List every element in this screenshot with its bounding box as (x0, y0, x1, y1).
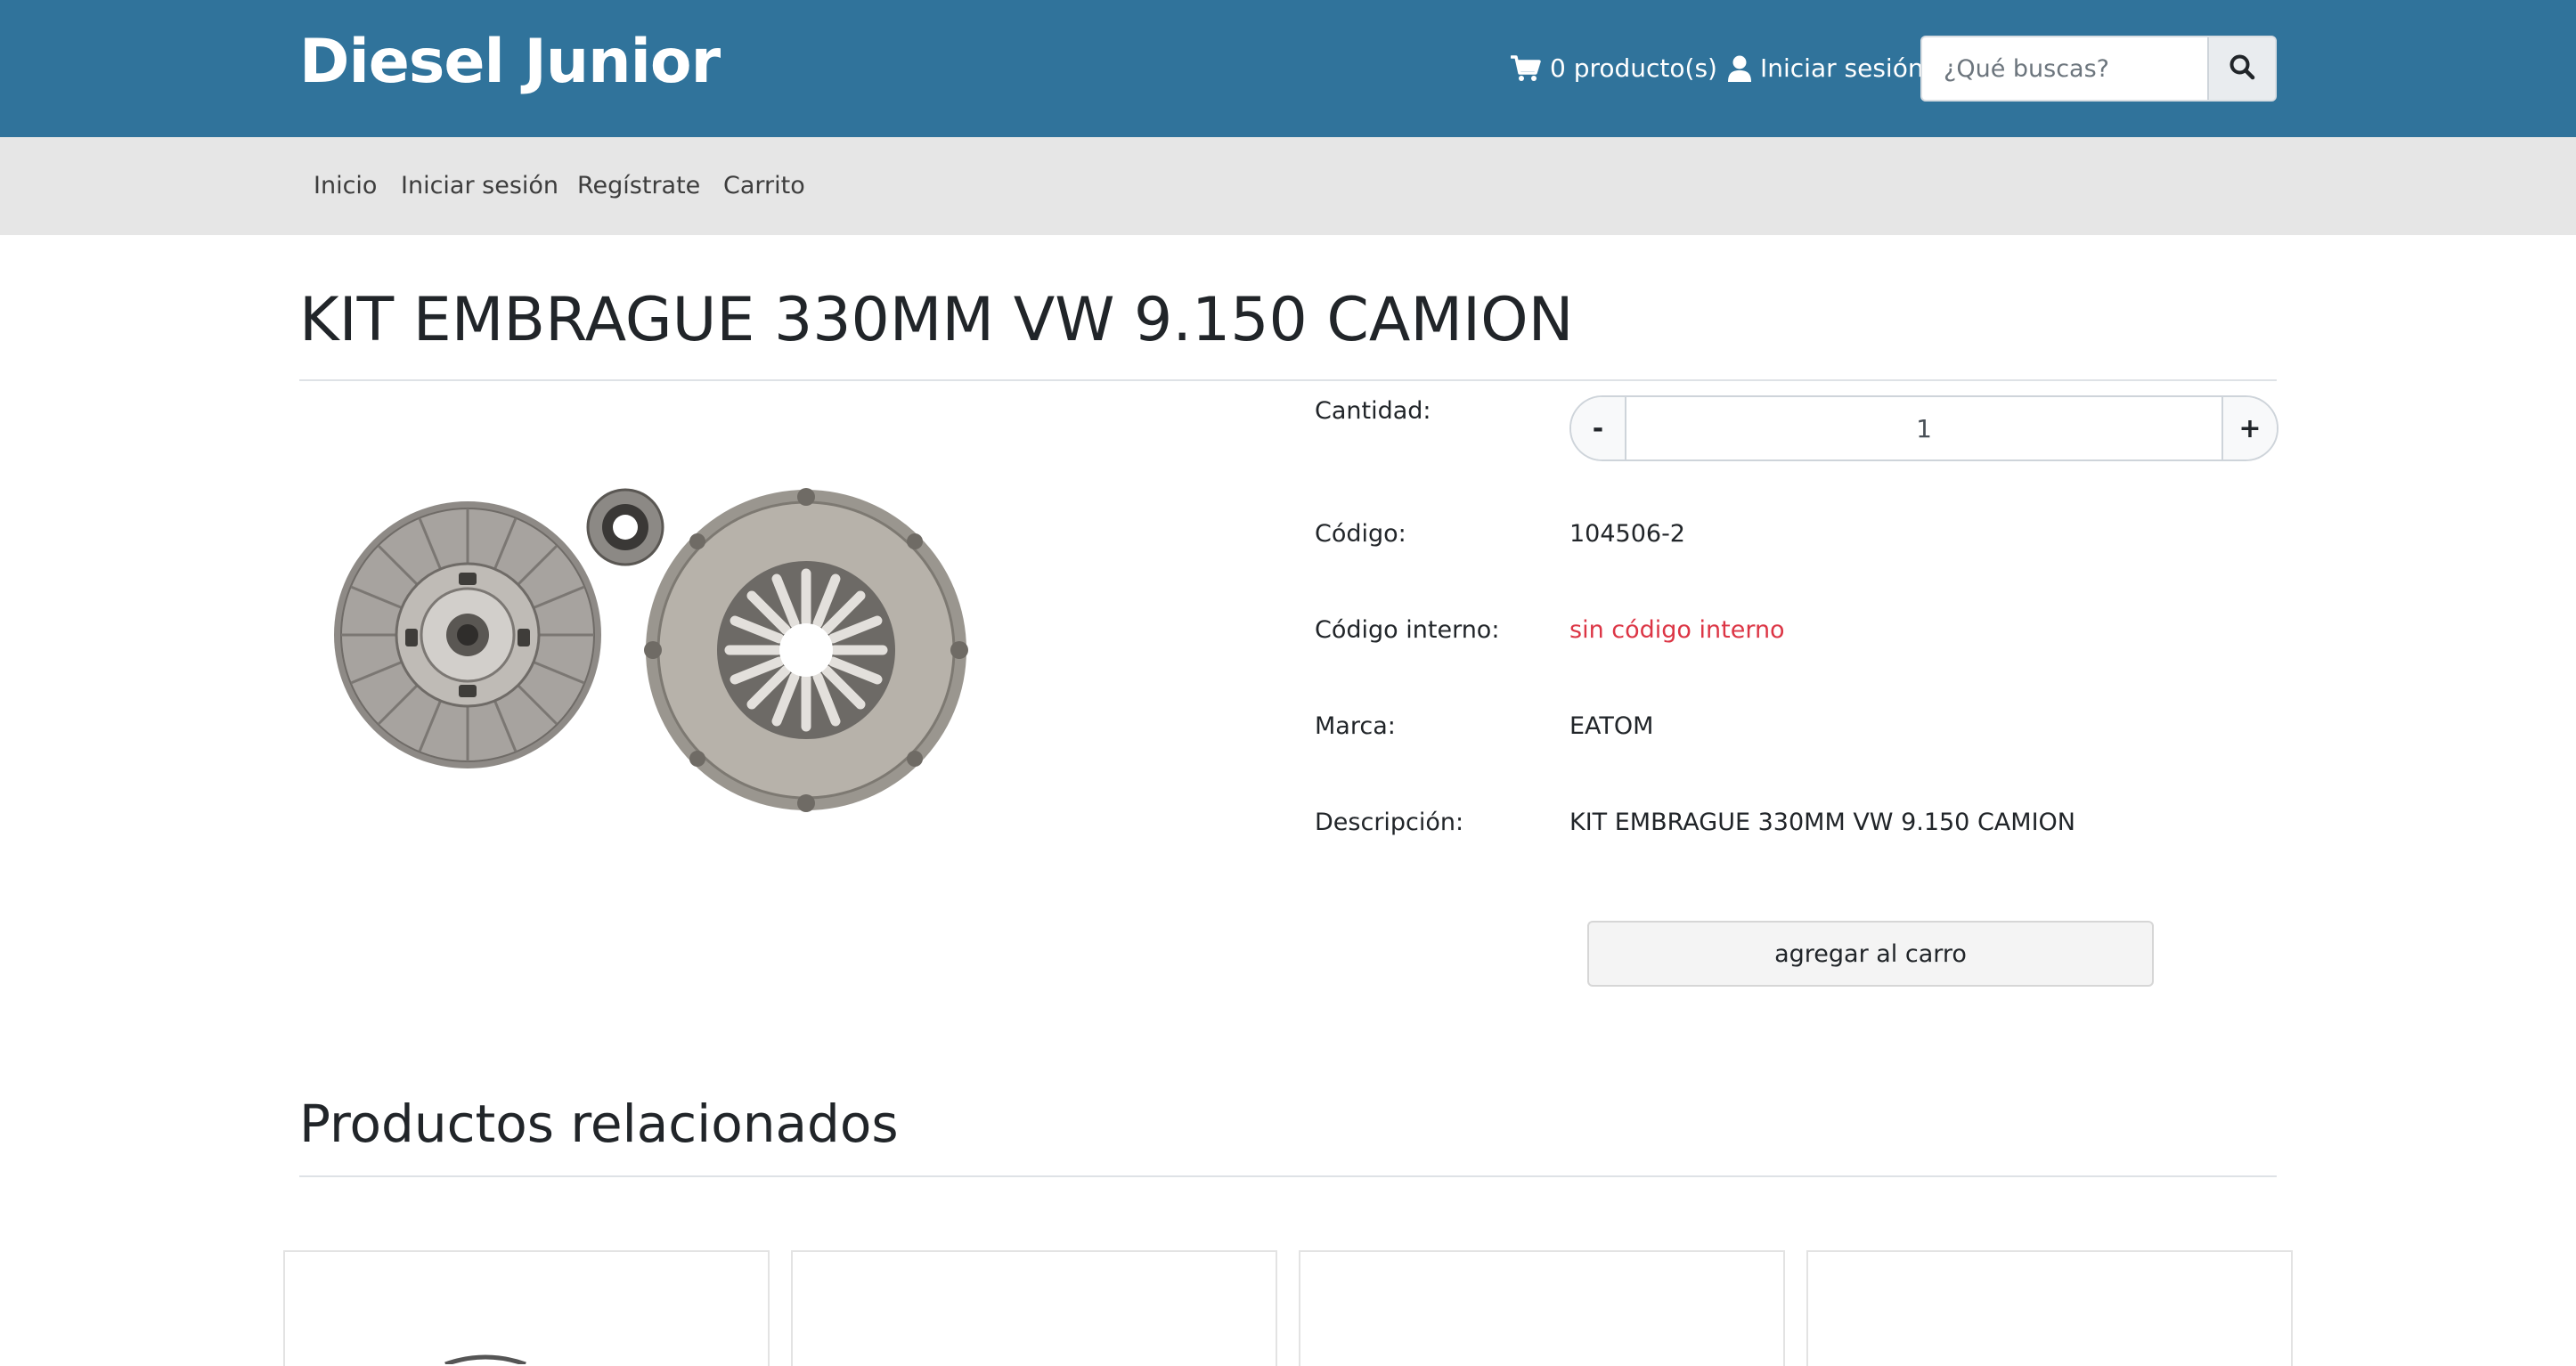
user-icon (1728, 55, 1751, 82)
quantity-decrease-button[interactable]: - (1571, 397, 1626, 459)
code-value: 104506-2 (1569, 520, 1685, 548)
header-login-link[interactable]: Iniciar sesión (1728, 48, 1924, 89)
quantity-stepper: - + (1569, 395, 2278, 461)
cart-icon (1511, 55, 1541, 82)
internal-code-label: Código interno: (1315, 616, 1500, 644)
search-input[interactable] (1922, 37, 2207, 100)
related-divider (299, 1175, 2277, 1177)
product-title: KIT EMBRAGUE 330MM VW 9.150 CAMION (299, 285, 1574, 355)
header-cart-link[interactable]: 0 producto(s) (1511, 48, 1717, 89)
brand-logo[interactable]: Diesel Junior (299, 20, 721, 105)
nav-item-carrito[interactable]: Carrito (723, 167, 805, 205)
login-label: Iniciar sesión (1760, 53, 1924, 83)
nav-item-inicio[interactable]: Inicio (314, 167, 377, 205)
search-icon (2229, 53, 2255, 84)
quantity-label: Cantidad: (1315, 397, 1431, 425)
product-image[interactable] (321, 481, 1015, 837)
related-product-card[interactable] (1299, 1250, 1785, 1366)
related-product-card[interactable] (1806, 1250, 2293, 1366)
main-nav: Inicio Iniciar sesión Regístrate Carrito (0, 137, 2576, 235)
release-bearing-graphic (586, 488, 664, 566)
quantity-input[interactable] (1626, 397, 2221, 459)
pressure-plate-graphic (644, 488, 968, 812)
related-product-image (444, 1354, 526, 1364)
search-form (1920, 36, 2277, 102)
site-header: Diesel Junior 0 producto(s) Iniciar sesi… (0, 0, 2576, 137)
nav-item-iniciar-sesion[interactable]: Iniciar sesión (401, 167, 558, 205)
search-button[interactable] (2207, 37, 2275, 100)
code-label: Código: (1315, 520, 1406, 548)
brand-label: Marca: (1315, 712, 1396, 740)
related-product-card[interactable] (791, 1250, 1277, 1366)
clutch-disc-graphic (334, 501, 601, 768)
internal-code-value: sin código interno (1569, 616, 1785, 644)
related-product-card[interactable] (283, 1250, 770, 1366)
description-value: KIT EMBRAGUE 330MM VW 9.150 CAMION (1569, 809, 2075, 836)
add-to-cart-button[interactable]: agregar al carro (1587, 921, 2154, 987)
title-divider (299, 379, 2277, 381)
related-products-title: Productos relacionados (299, 1094, 899, 1154)
nav-item-registrate[interactable]: Regístrate (577, 167, 700, 205)
cart-count-label: 0 producto(s) (1550, 53, 1717, 83)
description-label: Descripción: (1315, 809, 1464, 836)
quantity-increase-button[interactable]: + (2221, 397, 2277, 459)
brand-value: EATOM (1569, 712, 1654, 740)
